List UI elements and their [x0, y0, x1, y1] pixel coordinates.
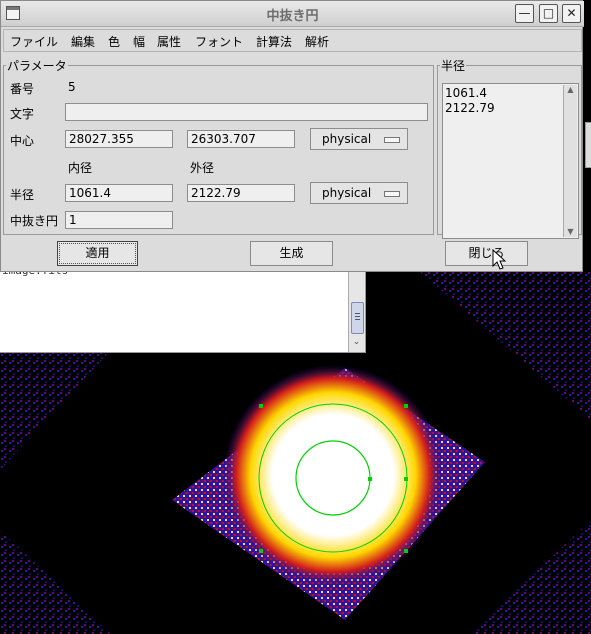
background-terminal-window[interactable]: image.fits ⌄	[0, 264, 366, 353]
close-window-button[interactable]: ✕	[562, 4, 581, 23]
apply-button[interactable]: 適用	[57, 241, 138, 266]
region-handle[interactable]	[259, 549, 263, 553]
radius-list-line: 1061.4	[445, 86, 487, 100]
menubutton-indicator-icon	[384, 191, 400, 197]
center-label: 中心	[10, 134, 35, 148]
inner-radius-field[interactable]: 1061.4	[65, 184, 173, 202]
menu-bar: ファイル 編集 色 幅 属性 フォント 計算法 解析	[3, 29, 582, 52]
terminal-scrollbar[interactable]: ⌄	[348, 266, 365, 352]
annuli-label: 中抜き円	[10, 214, 59, 228]
id-value: 5	[68, 80, 76, 94]
menu-method[interactable]: 計算法	[256, 33, 292, 50]
background-window-edge	[585, 122, 591, 168]
radius-listbox[interactable]: 1061.4 2122.79 ▲ ▼	[442, 83, 579, 239]
scrollbar-thumb[interactable]	[351, 302, 364, 334]
radius-list-line: 2122.79	[445, 101, 495, 115]
maximize-button[interactable]: □	[539, 4, 558, 23]
scroll-up-icon[interactable]: ▲	[564, 85, 577, 95]
center-y-field[interactable]: 26303.707	[187, 130, 295, 148]
menu-edit[interactable]: 編集	[71, 33, 95, 50]
inner-radius-label: 内径	[68, 161, 93, 175]
region-handle[interactable]	[368, 477, 372, 481]
close-button[interactable]: 閉じる	[445, 241, 528, 266]
menu-property[interactable]: 属性	[157, 33, 181, 50]
radius-list-legend: 半径	[441, 59, 466, 73]
radius-label: 半径	[10, 188, 35, 202]
radius-coord-system-menu[interactable]: physical	[310, 182, 408, 204]
radius-coord-system-value: physical	[322, 186, 372, 200]
outer-radius-label: 外径	[190, 161, 215, 175]
scroll-down-icon[interactable]: ▼	[564, 227, 577, 237]
scroll-down-icon[interactable]: ⌄	[351, 337, 362, 348]
menu-width[interactable]: 幅	[133, 33, 145, 50]
outer-radius-field[interactable]: 2122.79	[187, 184, 295, 202]
center-coord-system-value: physical	[322, 132, 372, 146]
text-field[interactable]	[65, 103, 428, 121]
title-bar[interactable]: 中抜き円 — □ ✕	[1, 1, 584, 27]
annulus-dialog: 中抜き円 — □ ✕ ファイル 編集 色 幅 属性 フォント 計算法 解析 パラ…	[0, 0, 584, 272]
region-handle[interactable]	[404, 549, 408, 553]
center-coord-system-menu[interactable]: physical	[310, 128, 408, 150]
region-handle[interactable]	[404, 477, 408, 481]
menu-analysis[interactable]: 解析	[305, 33, 329, 50]
window-title: 中抜き円	[266, 9, 319, 24]
menu-color[interactable]: 色	[108, 33, 120, 50]
radius-list-scrollbar[interactable]: ▲ ▼	[563, 85, 577, 237]
mouse-cursor-icon	[492, 249, 506, 270]
menu-file[interactable]: ファイル	[10, 33, 58, 50]
id-label: 番号	[10, 82, 35, 96]
minimize-button[interactable]: —	[515, 4, 534, 23]
generate-button[interactable]: 生成	[250, 241, 333, 266]
text-label: 文字	[10, 107, 35, 121]
parameters-legend: パラメータ	[7, 59, 67, 73]
radius-list-group: 半径 1061.4 2122.79 ▲ ▼	[437, 57, 582, 239]
center-x-field[interactable]: 28027.355	[65, 130, 173, 148]
menu-font[interactable]: フォント	[195, 33, 243, 50]
annuli-field[interactable]: 1	[65, 211, 173, 229]
region-handle[interactable]	[259, 404, 263, 408]
region-handle[interactable]	[404, 404, 408, 408]
menubutton-indicator-icon	[384, 137, 400, 143]
